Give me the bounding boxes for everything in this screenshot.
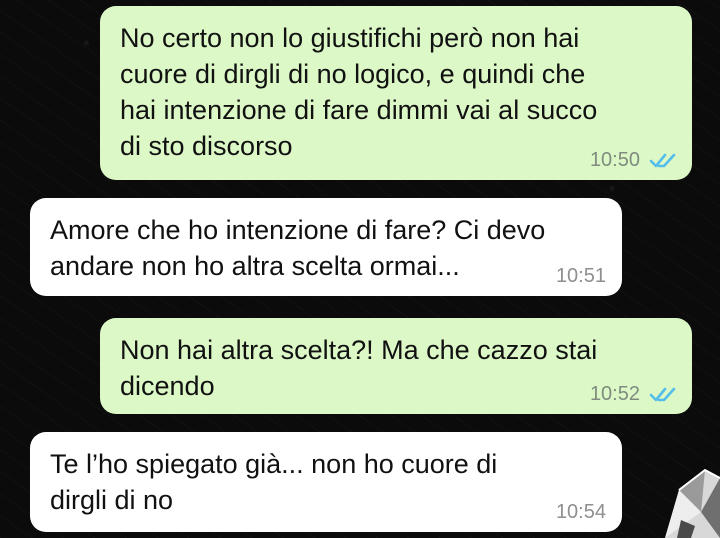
received-message-bubble[interactable]: Te l’ho spiegato già... non ho cuore di … xyxy=(30,432,622,532)
message-text: Amore che ho intenzione di fare? Ci devo… xyxy=(50,215,546,281)
message-meta: 10:54 xyxy=(556,500,606,524)
received-message-bubble[interactable]: Amore che ho intenzione di fare? Ci devo… xyxy=(30,198,622,296)
message-time: 10:51 xyxy=(555,265,606,287)
message-text: No certo non lo giustifichi però non hai… xyxy=(120,23,598,161)
double-check-read-icon xyxy=(649,153,676,168)
message-meta: 10:51 xyxy=(556,264,606,288)
message-time: 10:50 xyxy=(589,149,640,171)
message-meta: 10:52 xyxy=(590,382,676,406)
message-time: 10:54 xyxy=(555,501,606,523)
sent-message-bubble[interactable]: No certo non lo giustifichi però non hai… xyxy=(100,6,692,180)
sent-message-bubble[interactable]: Non hai altra scelta?! Ma che cazzo stai… xyxy=(100,318,692,414)
message-text: Non hai altra scelta?! Ma che cazzo stai… xyxy=(120,335,598,401)
message-time: 10:52 xyxy=(589,383,640,405)
double-check-read-icon xyxy=(649,387,676,402)
message-text: Te l’ho spiegato già... non ho cuore di … xyxy=(50,449,498,515)
message-meta: 10:50 xyxy=(590,148,676,172)
